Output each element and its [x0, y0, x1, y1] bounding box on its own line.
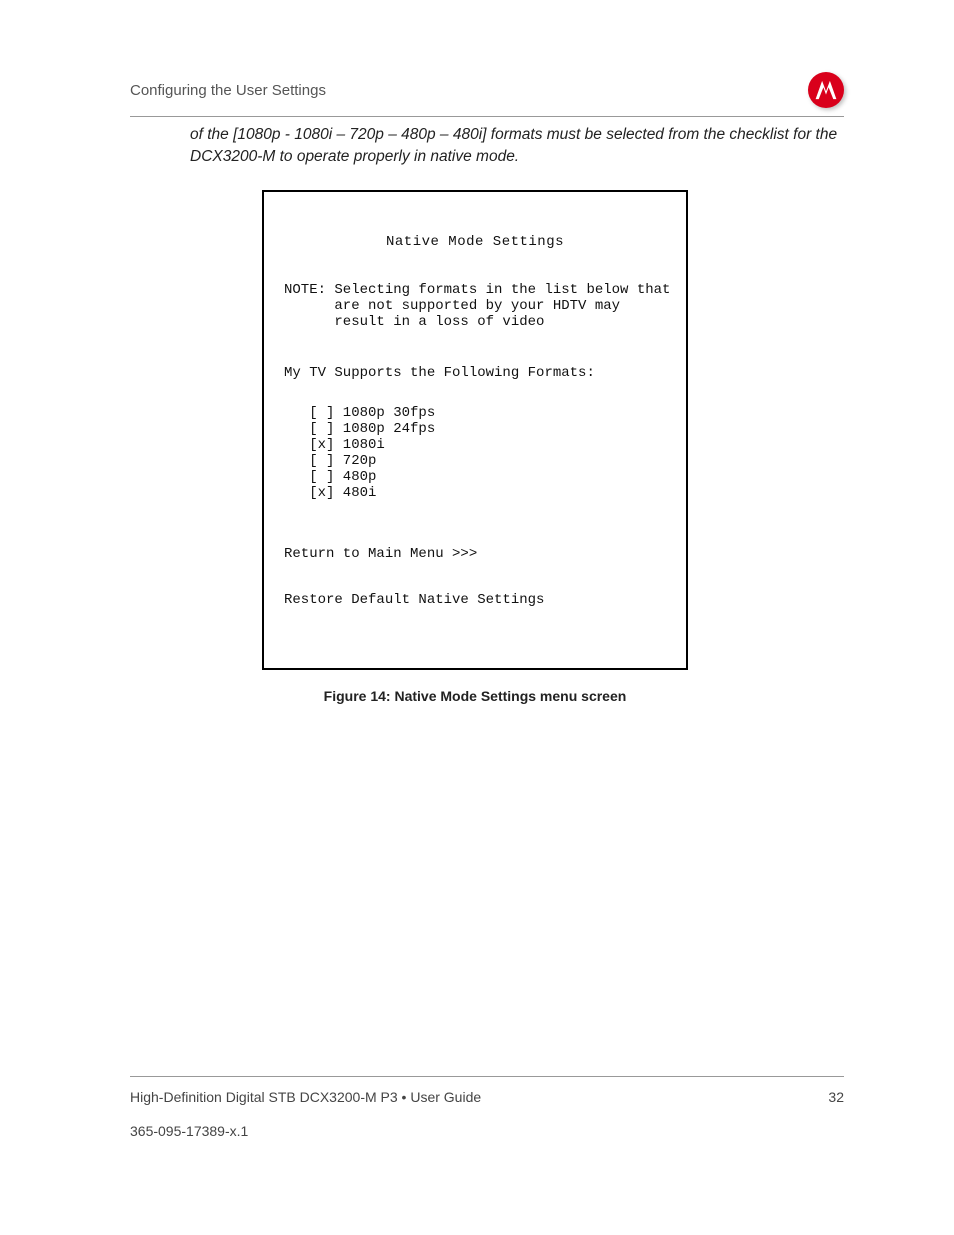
screen-note: NOTE: Selecting formats in the list belo… [284, 282, 666, 330]
footer-page-number: 32 [828, 1089, 844, 1105]
screen-return-link: Return to Main Menu >>> [284, 546, 666, 562]
native-mode-screen: Native Mode Settings NOTE: Selecting for… [284, 218, 666, 640]
footer-product-line: High-Definition Digital STB DCX3200-M P3… [130, 1089, 481, 1105]
body-continuation-text: of the [1080p - 1080i – 720p – 480p – 48… [190, 124, 844, 167]
screen-restore-link: Restore Default Native Settings [284, 592, 666, 608]
screen-title: Native Mode Settings [284, 234, 666, 250]
header-row: Configuring the User Settings [130, 72, 844, 108]
section-title: Configuring the User Settings [130, 82, 326, 99]
figure-frame: Native Mode Settings NOTE: Selecting for… [262, 190, 688, 670]
screen-supports-label: My TV Supports the Following Formats: [284, 365, 666, 381]
document-page: Configuring the User Settings of the [10… [0, 0, 954, 1235]
header-rule [130, 116, 844, 117]
motorola-logo-icon [808, 72, 844, 108]
footer-doc-number: 365-095-17389-x.1 [130, 1123, 844, 1139]
footer-row: High-Definition Digital STB DCX3200-M P3… [130, 1089, 844, 1105]
screen-formats-list: [ ] 1080p 30fps [ ] 1080p 24fps [x] 1080… [284, 405, 666, 502]
page-footer: High-Definition Digital STB DCX3200-M P3… [130, 1076, 844, 1139]
figure-14: Native Mode Settings NOTE: Selecting for… [262, 190, 688, 704]
page-header: Configuring the User Settings [130, 72, 844, 117]
figure-caption: Figure 14: Native Mode Settings menu scr… [262, 688, 688, 704]
footer-rule [130, 1076, 844, 1077]
